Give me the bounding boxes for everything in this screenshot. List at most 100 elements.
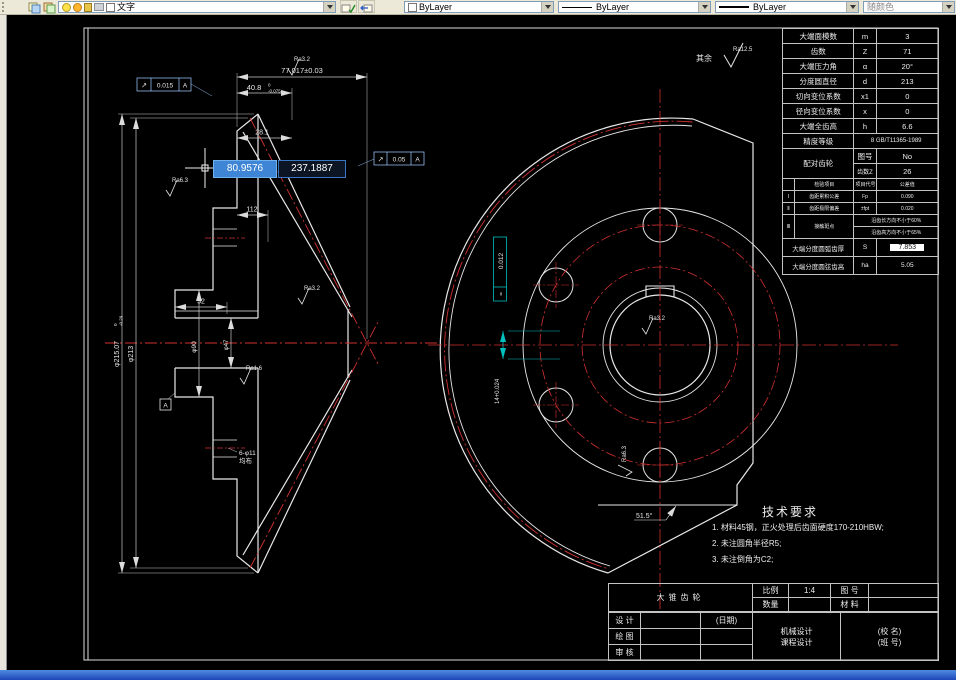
title-block: 大锥齿轮 比例 1:4 图 号 数量 材 料 设 计 (日期) 机械设计 课程设… <box>608 583 939 661</box>
dim-tip-dia[interactable]: φ215.07 <box>114 341 121 367</box>
mate-gear-label: 配对齿轮 <box>781 148 855 179</box>
linetype-value: ByLayer <box>596 2 630 12</box>
chevron-down-icon[interactable] <box>541 2 553 12</box>
table-row: 检验项目 项目代号 公差值 <box>781 178 940 191</box>
dim-bore-dia[interactable]: φ47 <box>224 339 230 350</box>
taskbar-strip[interactable] <box>0 670 956 680</box>
part-name: 大锥齿轮 <box>608 583 753 612</box>
checker-value <box>640 644 701 661</box>
chevron-down-icon[interactable] <box>942 2 954 12</box>
layer-stack-icon <box>43 2 56 14</box>
fcf-runout-0015[interactable]: ↗ 0.015 A <box>136 77 213 97</box>
layer-freeze-icon[interactable] <box>73 2 82 12</box>
chevron-down-icon[interactable] <box>323 2 335 12</box>
layer-states-icon[interactable] <box>43 1 57 14</box>
dim-keyway-width[interactable]: 14+0.024 <box>495 378 501 404</box>
fcf2-value: 0.05 <box>393 157 406 164</box>
table-row: 径向变位系数 x 0 <box>781 103 940 119</box>
layer-previous-button[interactable] <box>358 0 375 13</box>
dim-hub-dia[interactable]: φ90 <box>191 341 198 353</box>
fcf3-symbol: = <box>498 292 505 296</box>
dim-tip-dia-tol-up: 0 <box>113 323 118 326</box>
table-row: 大端全齿高 h 6.6 <box>781 118 940 134</box>
table-row: 分度圆直径 d 213 <box>781 73 940 89</box>
face-view-annotations: Ra3.2 Ra6.3 51.5° 其余 Ra12.5 <box>617 42 753 521</box>
table-row: 大端压力角 α 20° <box>781 58 940 74</box>
model-space-canvas[interactable]: 77.017±0.03 40.8 0 -0.075 28.1 112 52 φ9… <box>0 14 956 670</box>
dim-bolt-holes-note: 均布 <box>239 456 253 465</box>
layer-lock-icon[interactable] <box>84 2 92 12</box>
face-view-outline <box>439 117 798 574</box>
plotstyle-value: 随颜色 <box>867 2 895 12</box>
figure-number-value <box>868 583 939 598</box>
table-row: 齿数 Z 71 <box>781 43 940 59</box>
table-row: Ⅲ 接触斑点 沿齿长方向不小于60% <box>781 214 939 239</box>
table-row: 大端面模数 m 3 <box>781 28 940 44</box>
make-object-layer-current-button[interactable] <box>340 0 357 14</box>
dim-rim-width[interactable]: 40.8 <box>247 83 262 92</box>
dim-rim-width-tol-up: 0 <box>268 83 271 88</box>
dim-total-width[interactable]: 77.017±0.03 <box>281 66 323 75</box>
layer-combo[interactable]: 文字 <box>58 1 336 13</box>
layer-on-icon[interactable] <box>62 2 71 12</box>
fcf1-value: 0.015 <box>157 83 174 90</box>
organization-cell: (校 名) (班 号) <box>840 612 939 661</box>
table-row: 大端分度圆弧齿厚 S 7.853 <box>781 238 940 257</box>
dynamic-input-x[interactable]: 80.9576 <box>213 160 277 178</box>
lineweight-combo[interactable]: ByLayer <box>715 1 859 13</box>
fcf1-symbol: ↗ <box>141 83 147 90</box>
section-view-outline <box>174 113 353 574</box>
ra-back-label: Ra6.3 <box>172 178 189 184</box>
left-edge-strip <box>0 14 7 670</box>
fcf3-value: 0.012 <box>498 252 505 269</box>
table-row: 大端分度圆弦齿高 ha 5.05 <box>781 256 940 275</box>
tech-item: 1. 材料45钢，正火处理后齿面硬度170-210HBW; <box>712 523 884 532</box>
layer-check-icon <box>341 4 356 14</box>
dim-bolt-holes[interactable]: 6-φ11 <box>239 450 256 457</box>
layer-properties-manager-icon[interactable] <box>28 1 42 14</box>
datum-a-flag: A <box>163 403 168 410</box>
ra-hub-label: Ra6.3 <box>622 445 628 462</box>
fcf-runout-005[interactable]: ↗ 0.05 A <box>357 151 425 167</box>
dim-rim-width-tol-dn: -0.075 <box>268 89 281 94</box>
plotstyle-combo[interactable]: 随颜色 <box>863 1 955 13</box>
layer-color-chip <box>106 2 115 12</box>
chevron-down-icon[interactable] <box>698 2 710 12</box>
ra-top-label: Ra3.2 <box>294 57 311 63</box>
fcf1-datum: A <box>183 83 188 90</box>
table-row: Ⅰ 齿距累积公差 Fp 0.090 <box>781 190 940 203</box>
course-cell: 机械设计 课程设计 <box>752 612 841 661</box>
gear-parameter-table: 大端面模数 m 3 齿数 Z 71 大端压力角 α 20° 分度圆直径 d 213 切向变位系数… <box>781 28 940 275</box>
toolbar-grip[interactable] <box>2 2 7 12</box>
accuracy-label: 精度等级 <box>781 133 855 149</box>
ra-keyway-label: Ra3.2 <box>649 316 666 322</box>
dim-back-width[interactable]: 28.1 <box>255 130 269 137</box>
color-value: ByLayer <box>419 2 453 12</box>
dim-tip-dia-tol-dn: -0.29 <box>119 315 124 326</box>
drafter-value <box>640 628 701 645</box>
dim-hub-length[interactable]: 52 <box>197 299 205 306</box>
dim-corner-angle[interactable]: 51.5° <box>636 512 653 520</box>
layers-icon <box>28 2 41 14</box>
fcf2-datum: A <box>415 157 420 164</box>
linetype-combo[interactable]: ByLayer <box>558 1 711 13</box>
layer-back-arrow-icon <box>360 4 373 13</box>
rest-roughness-label: 其余 <box>696 53 712 63</box>
dim-cone-distance[interactable]: 112 <box>246 207 257 214</box>
dim-pitch-dia[interactable]: φ213 <box>128 346 135 362</box>
thickness-value-box[interactable]: 7.853 <box>890 244 925 251</box>
keyway-dimension: 14+0.024 = 0.012 <box>493 236 560 404</box>
color-combo[interactable]: ByLayer <box>404 1 554 13</box>
scale-value: 1:4 <box>788 583 831 598</box>
table-row: Ⅱ 齿距极限偏差 ±fpt 0.020 <box>781 202 940 215</box>
designer-value <box>640 612 701 629</box>
linetype-sample-icon <box>562 6 592 8</box>
chevron-down-icon[interactable] <box>846 2 858 12</box>
dynamic-input-y[interactable]: 237.1887 <box>278 160 346 178</box>
tech-requirements-title: 技术要求 <box>762 505 819 519</box>
table-row: 配对齿轮 图号 No <box>781 148 940 179</box>
tech-requirements-list: 1. 材料45钢，正火处理后齿面硬度170-210HBW; 2. 未注圆角半径R… <box>712 520 884 568</box>
layer-plot-icon[interactable] <box>94 3 104 11</box>
section-view-centerlines <box>105 117 438 569</box>
fcf-symmetry-0012[interactable]: = 0.012 <box>493 236 507 302</box>
